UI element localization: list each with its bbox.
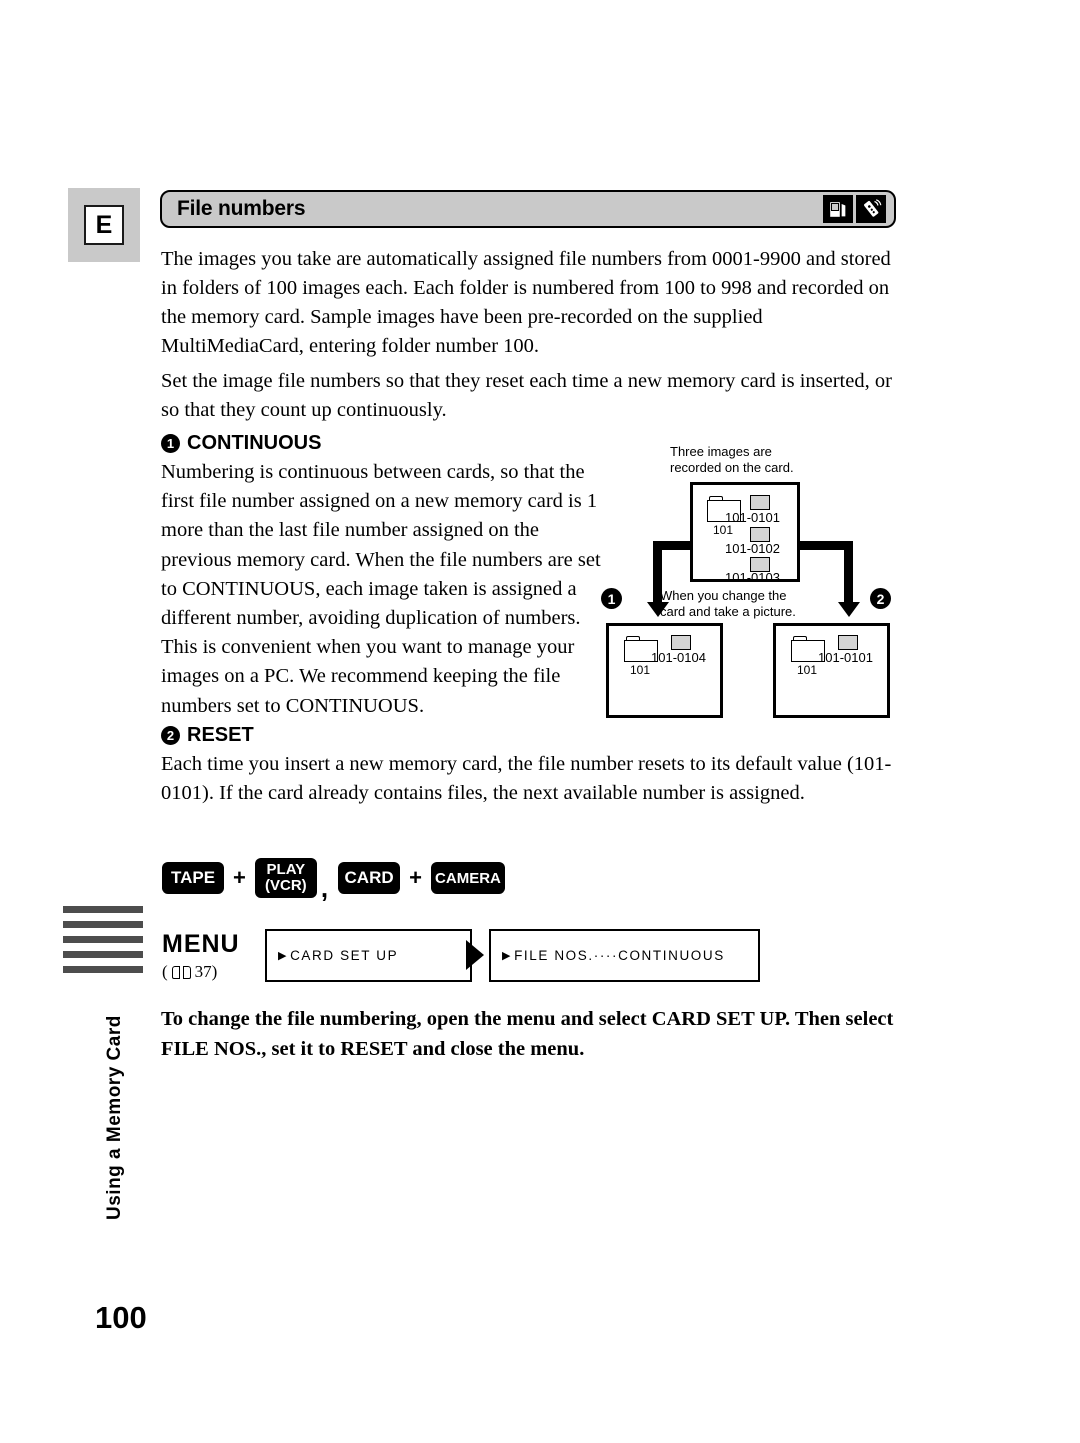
menu-item-label: CARD SET UP xyxy=(290,948,399,963)
section-header-bar: File numbers xyxy=(160,190,896,228)
menu-page-reference: ( 37) xyxy=(162,962,217,982)
remote-control-icon xyxy=(856,195,886,223)
menu-screen-card-set-up[interactable]: ▶ CARD SET UP xyxy=(265,929,472,982)
edition-marker-block: E xyxy=(68,188,140,262)
chapter-bar xyxy=(63,921,143,928)
reference-page-number: 37) xyxy=(194,962,218,981)
memory-card-icon xyxy=(823,195,853,223)
menu-screen-file-nos[interactable]: ▶ FILE NOS.····CONTINUOUS xyxy=(489,929,760,982)
card-box-right: 101 101-0101 xyxy=(773,623,890,718)
book-icon xyxy=(171,965,191,979)
menu-flow-arrow-icon xyxy=(466,940,484,970)
file-label: 101-0103 xyxy=(725,570,780,585)
file-icon xyxy=(671,635,691,650)
section-heading-continuous: 1 CONTINUOUS xyxy=(161,432,321,455)
section-title-continuous: CONTINUOUS xyxy=(187,432,322,454)
page-title: File numbers xyxy=(177,197,306,220)
reference-paren-open: ( xyxy=(162,962,168,981)
edition-marker-letter: E xyxy=(84,205,124,245)
menu-item-label: FILE NOS.····CONTINUOUS xyxy=(514,948,725,963)
intro-paragraph-1: The images you take are automatically as… xyxy=(161,248,891,357)
intro-paragraph-2: Set the image file numbers so that they … xyxy=(161,370,892,421)
page-number: 100 xyxy=(95,1300,147,1335)
folder-label: 101 xyxy=(630,663,651,677)
section-body-reset: Each time you insert a new memory card, … xyxy=(161,753,892,804)
section-title-reset: RESET xyxy=(187,724,254,746)
file-label: 101-0104 xyxy=(651,650,706,665)
chapter-bar xyxy=(63,966,143,973)
section-body-continuous: Numbering is continuous between cards, s… xyxy=(161,461,601,717)
button-sequence-row: TAPE + PLAY (VCR) , CARD + CAMERA xyxy=(162,858,505,903)
comma-separator: , xyxy=(320,873,329,903)
sidebar-chapter-bars xyxy=(63,906,143,981)
menu-caret-icon: ▶ xyxy=(278,950,289,962)
file-icon xyxy=(838,635,858,650)
arrow-right-vertical xyxy=(844,541,853,605)
chapter-bar xyxy=(63,906,143,913)
plus-separator-2: + xyxy=(409,865,422,890)
sidebar-chapter-title: Using a Memory Card xyxy=(104,1015,125,1220)
play-button-line-1: PLAY xyxy=(266,861,306,878)
chapter-bar xyxy=(63,936,143,943)
arrow-head-right xyxy=(837,602,860,617)
tape-button[interactable]: TAPE xyxy=(162,862,224,894)
diagram-marker-1: 1 xyxy=(601,588,622,609)
diagram-caption-top: Three images are recorded on the card. xyxy=(670,444,794,475)
camera-button[interactable]: CAMERA xyxy=(430,862,505,894)
diagram-caption-middle: When you change the card and take a pict… xyxy=(660,588,796,619)
folder-label: 101 xyxy=(713,523,734,537)
file-label: 101-0102 xyxy=(725,541,780,556)
file-icon xyxy=(750,495,770,510)
play-button-line-2: (VCR) xyxy=(265,877,307,894)
header-icon-group xyxy=(823,195,886,223)
file-label: 101-0101 xyxy=(725,510,780,525)
play-vcr-button[interactable]: PLAY (VCR) xyxy=(254,858,317,898)
plus-separator-1: + xyxy=(233,865,246,890)
menu-caret-icon: ▶ xyxy=(502,950,513,962)
file-numbering-diagram: Three images are recorded on the card. 1… xyxy=(598,442,908,732)
card-box-top: 101 101-0101 101-0102 101-0103 xyxy=(690,482,800,585)
chapter-bar xyxy=(63,951,143,958)
card-button[interactable]: CARD xyxy=(338,862,401,894)
file-icon xyxy=(750,527,770,542)
section-number-badge-1: 1 xyxy=(161,434,180,453)
instruction-text: To change the file numbering, open the m… xyxy=(161,1008,894,1060)
section-heading-reset: 2 RESET xyxy=(161,724,254,747)
diagram-marker-2: 2 xyxy=(870,588,891,609)
file-label: 101-0101 xyxy=(818,650,873,665)
section-number-badge-2: 2 xyxy=(161,726,180,745)
folder-label: 101 xyxy=(797,663,818,677)
card-box-left: 101 101-0104 xyxy=(606,623,723,718)
menu-label: MENU xyxy=(162,930,240,958)
